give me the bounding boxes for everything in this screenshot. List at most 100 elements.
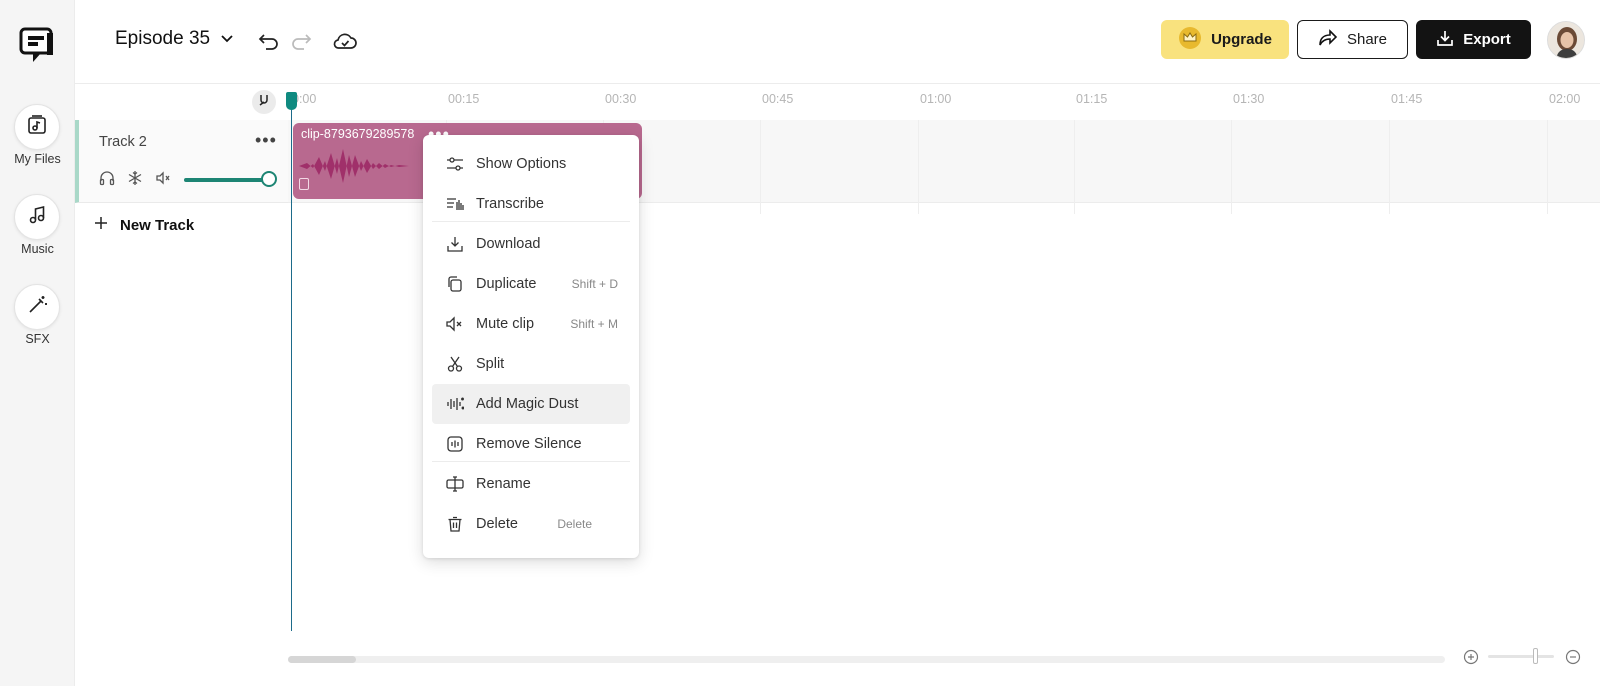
undo-icon[interactable] xyxy=(256,28,282,54)
duplicate-icon xyxy=(444,273,466,295)
menu-item-duplicate[interactable]: Duplicate Shift + D xyxy=(432,264,630,304)
zoom-slider-track[interactable] xyxy=(1488,655,1554,658)
upgrade-label: Upgrade xyxy=(1211,31,1272,48)
episode-title: Episode 35 xyxy=(115,28,211,49)
upgrade-button[interactable]: Upgrade xyxy=(1161,20,1289,59)
scissors-icon xyxy=(444,353,466,375)
remove-silence-icon xyxy=(444,433,466,455)
music-note-icon xyxy=(26,204,48,231)
timeline-ruler[interactable]: 0:00 00:15 00:30 00:45 01:00 01:15 01:30… xyxy=(288,84,1600,119)
download-icon xyxy=(444,233,466,255)
download-icon xyxy=(1436,29,1454,51)
menu-item-mute-clip[interactable]: Mute clip Shift + M xyxy=(432,304,630,344)
menu-item-label: Show Options xyxy=(476,156,567,172)
menu-item-add-magic-dust[interactable]: Add Magic Dust xyxy=(432,384,630,424)
grid-line xyxy=(1389,120,1390,214)
volume-mute-icon[interactable] xyxy=(154,169,172,187)
episode-title-dropdown[interactable]: Episode 35 xyxy=(115,28,234,50)
shortcut-hint: Shift + M xyxy=(570,317,618,331)
chevron-down-icon xyxy=(220,28,234,50)
playhead-handle[interactable] xyxy=(286,92,297,110)
shortcut-hint: Delete xyxy=(557,517,592,531)
volume-slider-knob[interactable] xyxy=(261,171,277,187)
ruler-tick: 01:00 xyxy=(920,92,952,106)
ruler-tick: 01:15 xyxy=(1076,92,1108,106)
magic-wand-icon xyxy=(26,294,48,321)
music-file-icon xyxy=(26,114,48,141)
menu-item-transcribe[interactable]: Transcribe xyxy=(432,184,630,224)
grid-line xyxy=(1074,120,1075,214)
menu-item-remove-silence[interactable]: Remove Silence xyxy=(432,424,630,464)
sliders-icon xyxy=(444,153,466,175)
zoom-slider-knob[interactable] xyxy=(1533,648,1538,664)
zoom-out-icon[interactable] xyxy=(1564,648,1582,666)
ruler-tick: 02:00 xyxy=(1549,92,1581,106)
menu-item-rename[interactable]: Rename xyxy=(432,464,630,504)
top-bar: Episode 35 Upgrade Share Export xyxy=(75,0,1600,84)
menu-item-label: Add Magic Dust xyxy=(476,396,579,412)
share-arrow-icon xyxy=(1318,28,1338,51)
clip-name: clip-8793679289578 xyxy=(301,127,415,141)
grid-line xyxy=(760,120,761,214)
sfx-button[interactable] xyxy=(14,284,60,330)
music-label: Music xyxy=(21,242,54,256)
clip-trim-handle[interactable] xyxy=(299,178,309,190)
user-avatar[interactable] xyxy=(1547,21,1585,59)
my-files-label: My Files xyxy=(14,152,61,166)
plus-icon xyxy=(94,216,108,234)
clip-waveform xyxy=(299,149,439,183)
horizontal-scrollbar-thumb[interactable] xyxy=(288,656,356,663)
ruler-tick: 00:15 xyxy=(448,92,480,106)
volume-slider-track[interactable] xyxy=(184,178,270,182)
left-sidebar: My Files Music SFX xyxy=(0,0,75,686)
freeze-icon[interactable] xyxy=(126,169,144,187)
track-header[interactable]: Track 2 ••• xyxy=(75,120,288,203)
horizontal-scrollbar[interactable] xyxy=(288,656,1445,663)
grid-line xyxy=(1547,120,1548,214)
menu-item-label: Duplicate xyxy=(476,276,537,292)
menu-item-label: Remove Silence xyxy=(476,436,582,452)
menu-item-label: Mute clip xyxy=(476,316,535,332)
app-logo-icon[interactable] xyxy=(19,27,55,65)
export-button[interactable]: Export xyxy=(1416,20,1531,59)
menu-item-label: Download xyxy=(476,236,541,252)
sfx-label: SFX xyxy=(25,332,50,346)
menu-item-label: Split xyxy=(476,356,505,372)
cloud-sync-icon[interactable] xyxy=(332,28,358,54)
menu-item-download[interactable]: Download xyxy=(432,224,630,264)
track-name[interactable]: Track 2 xyxy=(99,134,147,150)
headphones-icon[interactable] xyxy=(98,169,116,187)
export-label: Export xyxy=(1463,31,1511,48)
music-button[interactable] xyxy=(14,194,60,240)
menu-divider xyxy=(432,221,630,222)
new-track-button[interactable]: New Track xyxy=(94,216,194,234)
my-files-button[interactable] xyxy=(14,104,60,150)
menu-item-label: Delete xyxy=(476,516,518,532)
new-track-label: New Track xyxy=(120,216,195,234)
shortcut-hint: Shift + D xyxy=(571,277,618,291)
snap-magnet-button[interactable] xyxy=(252,90,276,114)
menu-item-label: Transcribe xyxy=(476,196,544,212)
share-label: Share xyxy=(1346,31,1388,48)
trash-icon xyxy=(444,513,466,535)
track-more-options-icon[interactable]: ••• xyxy=(255,130,279,150)
menu-divider xyxy=(432,461,630,462)
app-root: My Files Music SFX Episode 35 Upgrade Sh… xyxy=(0,0,1600,686)
magic-dust-icon xyxy=(444,393,466,415)
transcribe-icon xyxy=(444,193,466,215)
crown-icon xyxy=(1178,26,1202,54)
ruler-tick: 00:30 xyxy=(605,92,637,106)
rename-icon xyxy=(444,473,466,495)
menu-item-show-options[interactable]: Show Options xyxy=(432,144,630,184)
playhead-line xyxy=(291,95,292,631)
menu-item-delete[interactable]: Delete Delete xyxy=(432,504,630,544)
clip-context-menu: Show Options Transcribe Download Duplica… xyxy=(423,135,639,558)
zoom-in-icon[interactable] xyxy=(1462,648,1480,666)
grid-line xyxy=(918,120,919,214)
mute-icon xyxy=(444,313,466,335)
menu-item-split[interactable]: Split xyxy=(432,344,630,384)
share-button[interactable]: Share xyxy=(1297,20,1408,59)
menu-item-label: Rename xyxy=(476,476,531,492)
magnet-icon xyxy=(257,93,271,112)
redo-icon[interactable] xyxy=(288,28,314,54)
